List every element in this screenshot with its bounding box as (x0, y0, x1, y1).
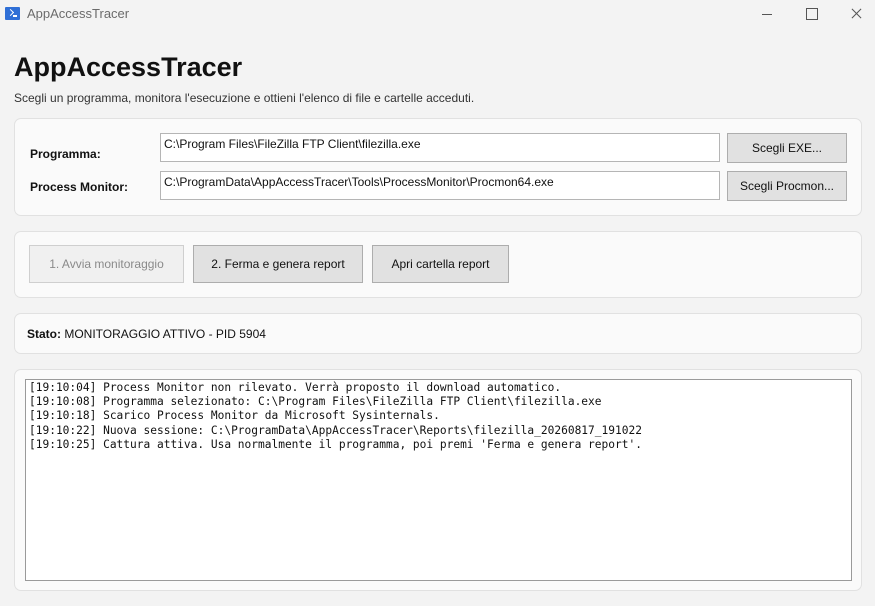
program-label: Programma: (30, 147, 101, 161)
log-line: [19:10:08] Programma selezionato: C:\Pro… (29, 395, 602, 409)
procmon-path-input[interactable]: C:\ProgramData\AppAccessTracer\Tools\Pro… (160, 171, 720, 200)
actions-panel: 1. Avvia monitoraggio 2. Ferma e genera … (14, 231, 862, 298)
status-value: MONITORAGGIO ATTIVO - PID 5904 (64, 327, 266, 341)
paths-panel: Programma: C:\Program Files\FileZilla FT… (14, 118, 862, 216)
close-icon[interactable] (833, 0, 875, 28)
status-panel: Stato: MONITORAGGIO ATTIVO - PID 5904 (14, 313, 862, 354)
stop-and-report-button[interactable]: 2. Ferma e genera report (193, 245, 363, 283)
powershell-icon (5, 7, 20, 20)
open-report-folder-button[interactable]: Apri cartella report (372, 245, 509, 283)
page-title: AppAccessTracer (14, 52, 243, 82)
status-line: Stato: MONITORAGGIO ATTIVO - PID 5904 (27, 327, 266, 341)
window-title: AppAccessTracer (27, 6, 130, 21)
choose-exe-button[interactable]: Scegli EXE... (727, 133, 847, 163)
title-bar: AppAccessTracer (0, 0, 875, 28)
choose-procmon-button[interactable]: Scegli Procmon... (727, 171, 847, 201)
log-line: [19:10:22] Nuova sessione: C:\ProgramDat… (29, 423, 642, 437)
procmon-label: Process Monitor: (30, 180, 129, 194)
minimize-icon[interactable] (744, 0, 790, 28)
log-panel: [19:10:04] Process Monitor non rilevato.… (14, 369, 862, 591)
program-path-input[interactable]: C:\Program Files\FileZilla FTP Client\fi… (160, 133, 720, 162)
log-textarea[interactable]: [19:10:04] Process Monitor non rilevato.… (25, 379, 852, 581)
log-line: [19:10:18] Scarico Process Monitor da Mi… (29, 409, 440, 423)
start-monitoring-button[interactable]: 1. Avvia monitoraggio (29, 245, 184, 283)
log-line: [19:10:04] Process Monitor non rilevato.… (29, 381, 562, 394)
status-label: Stato: (27, 327, 61, 341)
log-line: [19:10:25] Cattura attiva. Usa normalmen… (29, 437, 642, 451)
maximize-icon[interactable] (788, 0, 834, 28)
page-subtitle: Scegli un programma, monitora l'esecuzio… (14, 91, 475, 105)
